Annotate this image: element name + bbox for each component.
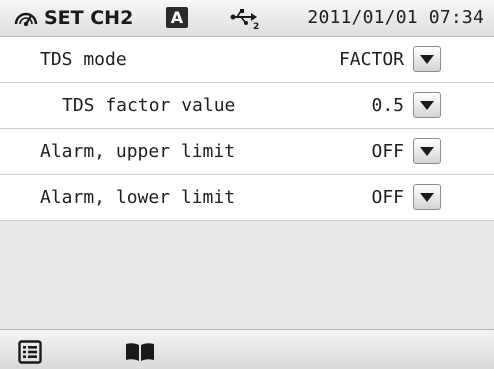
setting-row-alarm-lower-limit[interactable]: Alarm, lower limit OFF xyxy=(0,175,494,221)
dropdown-button[interactable] xyxy=(413,46,441,72)
setting-value: FACTOR xyxy=(338,49,404,70)
setting-row-alarm-upper-limit[interactable]: Alarm, upper limit OFF xyxy=(0,129,494,175)
setting-label: TDS factor value xyxy=(62,95,236,116)
datetime-display: 2011/01/01 07:34 xyxy=(307,7,484,28)
menu-list-icon[interactable] xyxy=(18,340,42,364)
mode-badge: A xyxy=(166,7,188,28)
setting-row-tds-mode[interactable]: TDS mode FACTOR xyxy=(0,37,494,83)
manual-book-icon[interactable] xyxy=(124,342,156,362)
chevron-down-icon xyxy=(420,55,434,64)
chevron-down-icon xyxy=(420,147,434,156)
header-bar: SET CH2 A 2 2011/01/01 07:34 xyxy=(0,0,494,37)
setting-label: TDS mode xyxy=(40,49,127,70)
gauge-icon xyxy=(14,12,38,27)
dropdown-button[interactable] xyxy=(413,92,441,118)
footer-toolbar xyxy=(0,329,494,369)
setting-row-tds-factor-value[interactable]: TDS factor value 0.5 xyxy=(0,83,494,129)
usb-index-label: 2 xyxy=(253,22,259,30)
settings-screen: SET CH2 A 2 2011/01/01 07:34 TDS mode FA… xyxy=(0,0,494,369)
chevron-down-icon xyxy=(420,193,434,202)
setting-label: Alarm, upper limit xyxy=(40,141,236,162)
settings-list: TDS mode FACTOR TDS factor value 0.5 Ala… xyxy=(0,37,494,221)
chevron-down-icon xyxy=(420,101,434,110)
empty-area xyxy=(0,221,494,329)
setting-value: 0.5 xyxy=(371,95,404,116)
setting-label: Alarm, lower limit xyxy=(40,187,236,208)
usb-icon: 2 xyxy=(230,9,259,30)
page-title: SET CH2 xyxy=(44,7,134,29)
setting-value: OFF xyxy=(371,141,404,162)
setting-value: OFF xyxy=(371,187,404,208)
dropdown-button[interactable] xyxy=(413,138,441,164)
dropdown-button[interactable] xyxy=(413,184,441,210)
